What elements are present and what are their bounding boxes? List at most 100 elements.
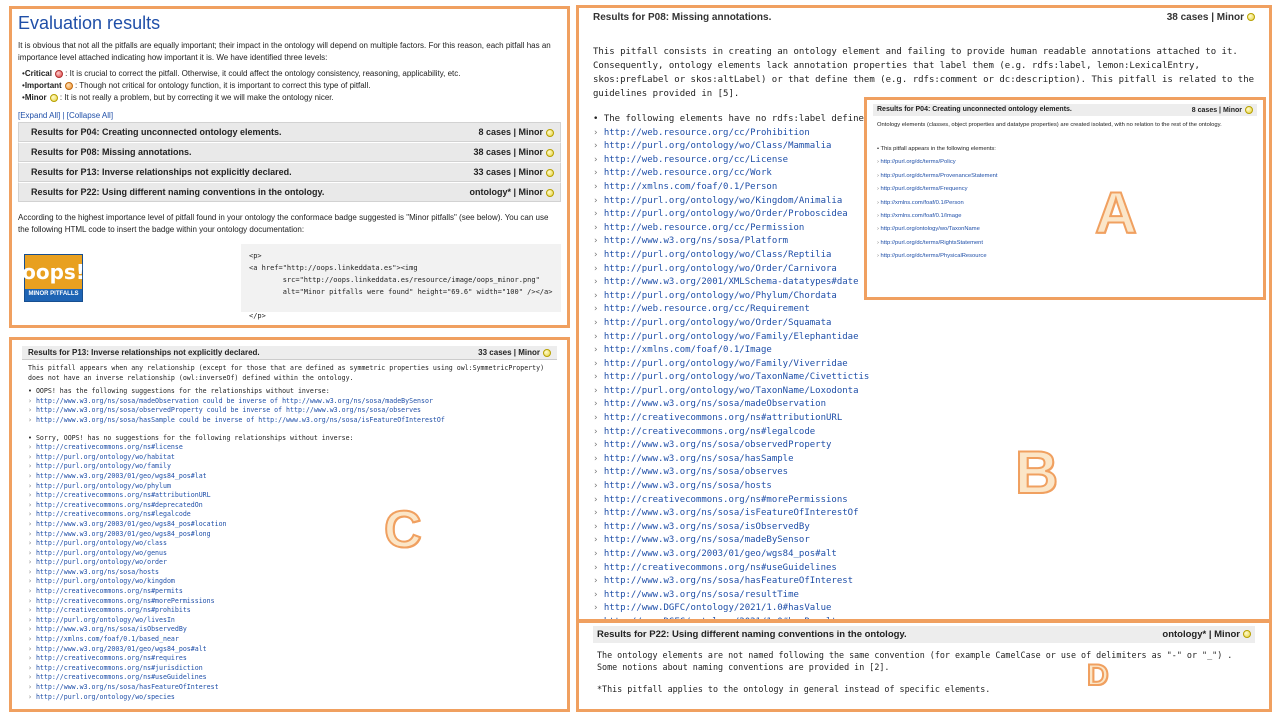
element-link[interactable]: http://purl.org/ontology/wo/kingdom (36, 577, 175, 585)
element-link[interactable]: http://web.resource.org/cc/Requirement (604, 304, 810, 314)
element-link[interactable]: http://purl.org/ontology/wo/TaxonName/Lo… (604, 386, 859, 396)
element-link[interactable]: http://www.w3.org/ns/sosa/hasFeatureOfIn… (604, 576, 853, 586)
element-link[interactable]: http://creativecommons.org/ns#legalcode (36, 510, 191, 518)
element-link[interactable]: http://www.w3.org/2001/XMLSchema-datatyp… (604, 277, 859, 287)
element-link[interactable]: http://xmlns.com/foaf/0.1/Person (604, 182, 777, 192)
element-link[interactable]: http://creativecommons.org/ns#permits (36, 587, 183, 595)
element-link[interactable]: http://www.w3.org/ns/sosa/hasSample coul… (36, 416, 445, 424)
result-row-p22[interactable]: Results for P22: Using different naming … (18, 182, 561, 202)
element-link[interactable]: http://web.resource.org/cc/License (604, 155, 788, 165)
element-link[interactable]: http://www.w3.org/ns/sosa/hasFeatureOfIn… (36, 683, 219, 691)
element-link[interactable]: http://creativecommons.org/ns#license (36, 443, 183, 451)
element-link[interactable]: http://purl.org/dc/terms/PhysicalResourc… (881, 253, 987, 259)
element-link[interactable]: http://www.w3.org/ns/sosa/observedProper… (36, 406, 421, 414)
element-link[interactable]: http://purl.org/dc/terms/ProvenanceState… (881, 173, 998, 179)
p04-header[interactable]: Results for P04: Creating unconnected on… (873, 104, 1257, 116)
element-link[interactable]: http://purl.org/ontology/wo/Kingdom/Anim… (604, 196, 842, 206)
element-link[interactable]: http://www.w3.org/2003/01/geo/wgs84_pos#… (36, 645, 207, 653)
element-link[interactable]: http://www.w3.org/2003/01/geo/wgs84_pos#… (36, 472, 207, 480)
collapse-all-link[interactable]: [Collapse All] (67, 111, 113, 120)
bullet-arrow-icon: › (28, 615, 36, 624)
element-link[interactable]: http://purl.org/ontology/wo/Order/Probos… (604, 209, 848, 219)
element-link[interactable]: http://web.resource.org/cc/Work (604, 168, 772, 178)
element-link[interactable]: http://www.DGFC/ontology/2021/1.0#hasVal… (604, 603, 832, 613)
panel-letter-b: B (1014, 438, 1059, 507)
bullet-arrow-icon: › (28, 596, 36, 605)
bullet-arrow-icon: › (593, 440, 604, 451)
bullet-arrow-icon: › (593, 290, 604, 301)
p13-header[interactable]: Results for P13: Inverse relationships n… (22, 346, 557, 360)
element-link[interactable]: http://www.w3.org/ns/sosa/hosts (604, 481, 772, 491)
element-link[interactable]: http://www.w3.org/ns/sosa/isObservedBy (604, 522, 810, 532)
element-link[interactable]: http://creativecommons.org/ns#requires (36, 654, 187, 662)
element-link[interactable]: http://www.w3.org/ns/sosa/madeObservatio… (36, 397, 433, 405)
element-link[interactable]: http://creativecommons.org/ns#morePermis… (604, 495, 848, 505)
element-link[interactable]: http://purl.org/dc/terms/Policy (881, 159, 956, 165)
element-link[interactable]: http://purl.org/ontology/wo/family (36, 462, 171, 470)
bullet-arrow-icon: › (28, 462, 36, 471)
element-link[interactable]: http://web.resource.org/cc/Permission (604, 223, 804, 233)
element-link[interactable]: http://www.w3.org/ns/sosa/Platform (604, 236, 788, 246)
element-link[interactable]: http://purl.org/ontology/wo/Order/Carniv… (604, 264, 837, 274)
element-link[interactable]: http://www.w3.org/2003/01/geo/wgs84_pos#… (36, 530, 211, 538)
element-link[interactable]: http://creativecommons.org/ns#attributio… (604, 413, 842, 423)
bullet-arrow-icon: › (593, 358, 604, 369)
element-link[interactable]: http://purl.org/ontology/wo/livesIn (36, 616, 175, 624)
element-link[interactable]: http://www.w3.org/2003/01/geo/wgs84_pos#… (604, 549, 837, 559)
element-link[interactable]: http://purl.org/ontology/wo/order (36, 558, 167, 566)
level-important: Important : Though not critical for onto… (22, 80, 561, 92)
element-link[interactable]: http://www.w3.org/ns/sosa/observedProper… (604, 440, 832, 450)
element-link[interactable]: http://purl.org/ontology/wo/phylum (36, 482, 171, 490)
expand-all-link[interactable]: [Expand All] (18, 111, 60, 120)
element-link[interactable]: http://creativecommons.org/ns#useGuideli… (604, 563, 837, 573)
element-link[interactable]: http://creativecommons.org/ns#morePermis… (36, 597, 215, 605)
element-link[interactable]: http://xmlns.com/foaf/0.1/Image (881, 213, 962, 219)
element-link[interactable]: http://purl.org/ontology/wo/Class/Reptil… (604, 250, 832, 260)
element-link[interactable]: http://www.w3.org/ns/sosa/resultTime (604, 590, 799, 600)
element-link[interactable]: http://purl.org/ontology/wo/Phylum/Chord… (604, 291, 837, 301)
bullet-arrow-icon: › (28, 548, 36, 557)
bullet-arrow-icon: › (593, 508, 604, 519)
element-link[interactable]: http://xmlns.com/foaf/0.1/based_near (36, 635, 179, 643)
element-link[interactable]: http://purl.org/dc/terms/Frequency (881, 186, 968, 192)
result-row-p04[interactable]: Results for P04: Creating unconnected on… (18, 122, 561, 142)
element-link[interactable]: http://purl.org/ontology/wo/TaxonName (881, 226, 980, 232)
element-link[interactable]: http://purl.org/ontology/wo/class (36, 539, 167, 547)
bullet-arrow-icon: › (593, 331, 604, 342)
element-link[interactable]: http://www.w3.org/ns/sosa/hosts (36, 568, 159, 576)
badge-html-code[interactable]: <p> <a href="http://oops.linkeddata.es">… (241, 244, 561, 320)
element-link[interactable]: http://www.w3.org/ns/sosa/hasSample (604, 454, 794, 464)
element-link[interactable]: http://www.w3.org/2003/01/geo/wgs84_pos#… (36, 520, 227, 528)
result-count: 8 cases | Minor (478, 127, 543, 137)
element-link[interactable]: http://www.w3.org/ns/sosa/madeBySensor (604, 535, 810, 545)
element-link[interactable]: http://xmlns.com/foaf/0.1/Person (881, 200, 964, 206)
element-link[interactable]: http://creativecommons.org/ns#useGuideli… (36, 673, 207, 681)
element-link[interactable]: http://www.w3.org/ns/sosa/observes (604, 467, 788, 477)
element-link[interactable]: http://web.resource.org/cc/Prohibition (604, 128, 810, 138)
element-link[interactable]: http://creativecommons.org/ns#attributio… (36, 491, 211, 499)
element-link[interactable]: http://creativecommons.org/ns#deprecated… (36, 501, 203, 509)
element-link[interactable]: http://purl.org/ontology/wo/genus (36, 549, 167, 557)
element-link[interactable]: http://creativecommons.org/ns#legalcode (604, 427, 815, 437)
p22-header[interactable]: Results for P22: Using different naming … (593, 626, 1255, 643)
element-link[interactable]: http://xmlns.com/foaf/0.1/Image (604, 345, 772, 355)
element-link[interactable]: http://purl.org/dc/terms/RightsStatement (881, 240, 983, 246)
result-row-p08[interactable]: Results for P08: Missing annotations. 38 … (18, 142, 561, 162)
bullet-arrow-icon: › (593, 127, 604, 138)
element-link[interactable]: http://www.w3.org/ns/sosa/madeObservatio… (604, 399, 826, 409)
element-link[interactable]: http://purl.org/ontology/wo/Family/Viver… (604, 359, 848, 369)
element-link[interactable]: http://purl.org/ontology/wo/habitat (36, 453, 175, 461)
element-link[interactable]: http://purl.org/ontology/wo/species (36, 693, 175, 701)
element-link[interactable]: http://creativecommons.org/ns#prohibits (36, 606, 191, 614)
list-item: › http://creativecommons.org/ns#jurisdic… (28, 664, 551, 674)
element-link[interactable]: http://www.w3.org/ns/sosa/isObservedBy (36, 625, 187, 633)
element-link[interactable]: http://purl.org/ontology/wo/Order/Squama… (604, 318, 832, 328)
element-link[interactable]: http://www.w3.org/ns/sosa/isFeatureOfInt… (604, 508, 859, 518)
bullet-arrow-icon: › (593, 413, 604, 424)
element-link[interactable]: http://creativecommons.org/ns#jurisdicti… (36, 664, 203, 672)
element-link[interactable]: http://purl.org/ontology/wo/Family/Eleph… (604, 332, 859, 342)
element-link[interactable]: http://purl.org/ontology/wo/Class/Mammal… (604, 141, 832, 151)
element-link[interactable]: http://purl.org/ontology/wo/TaxonName/Ci… (604, 372, 870, 382)
p08-header[interactable]: Results for P08: Missing annotations. 38 … (593, 12, 1255, 27)
result-row-p13[interactable]: Results for P13: Inverse relationships n… (18, 162, 561, 182)
